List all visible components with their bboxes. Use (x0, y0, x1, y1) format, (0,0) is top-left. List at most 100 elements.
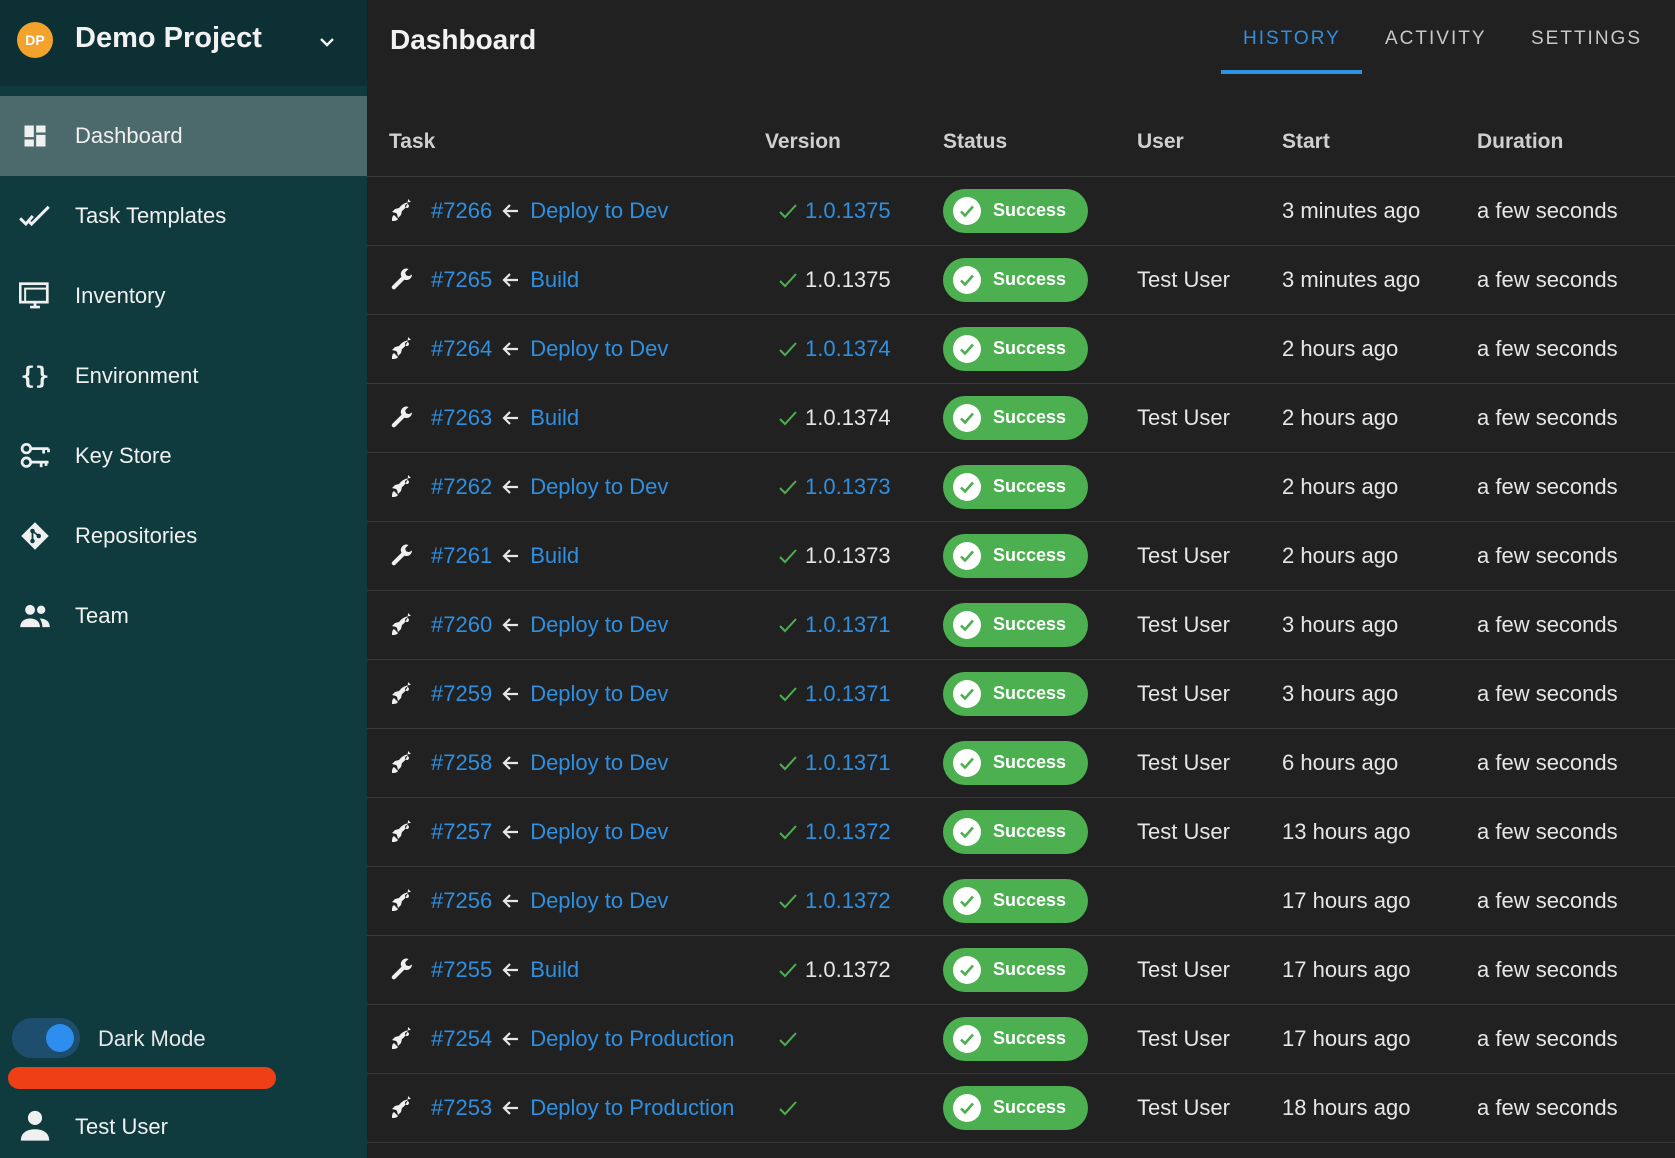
project-selector[interactable]: DP Demo Project (0, 0, 367, 86)
status-badge: Success (943, 188, 1088, 233)
start-cell: 13 hours ago (1282, 797, 1477, 867)
version-value[interactable]: 1.0.1373 (805, 474, 891, 500)
task-id-link[interactable]: #7265 (431, 267, 492, 293)
version-value[interactable]: 1.0.1375 (805, 198, 891, 224)
table-row[interactable]: #7254 Deploy to Production Success Test Use… (367, 1004, 1675, 1074)
history-table: Task Version Status User Start Duration … (367, 108, 1675, 1143)
template-link[interactable]: Deploy to Dev (530, 198, 668, 224)
version-value[interactable]: 1.0.1372 (805, 888, 891, 914)
table-row[interactable]: #7259 Deploy to Dev 1.0.1371 Success Test Us… (367, 659, 1675, 729)
status-label: Success (993, 1097, 1067, 1117)
wrench-icon (389, 543, 415, 569)
table-row[interactable]: #7261 Build 1.0.1373 Success Test User 2 hour… (367, 521, 1675, 591)
column-header-start[interactable]: Start (1282, 108, 1477, 177)
user-cell (1137, 866, 1282, 936)
sidebar-item-team[interactable]: Team (0, 576, 367, 656)
task-id-link[interactable]: #7260 (431, 612, 492, 638)
status-badge: Success (943, 740, 1088, 785)
task-id-link[interactable]: #7263 (431, 405, 492, 431)
version-value[interactable]: 1.0.1371 (805, 681, 891, 707)
rocket-icon (389, 198, 415, 224)
table-row[interactable]: #7256 Deploy to Dev 1.0.1372 Success 17 hour… (367, 866, 1675, 936)
arrow-left-icon (501, 1029, 521, 1049)
status-label: Success (993, 683, 1067, 703)
version-value[interactable]: 1.0.1372 (805, 819, 891, 845)
arrow-left-icon (501, 1098, 521, 1118)
column-header-user[interactable]: User (1137, 108, 1282, 177)
template-link[interactable]: Deploy to Dev (530, 336, 668, 362)
task-id-link[interactable]: #7258 (431, 750, 492, 776)
table-row[interactable]: #7262 Deploy to Dev 1.0.1373 Success 2 hours… (367, 452, 1675, 522)
status-cell: Success (943, 521, 1137, 591)
table-row[interactable]: #7253 Deploy to Production Success Test Use… (367, 1073, 1675, 1143)
table-row[interactable]: #7266 Deploy to Dev 1.0.1375 Success 3 minut… (367, 176, 1675, 246)
git-icon (18, 519, 52, 553)
sidebar-item-dashboard[interactable]: Dashboard (0, 96, 367, 176)
task-id-link[interactable]: #7255 (431, 957, 492, 983)
version-cell: 1.0.1375 (765, 245, 943, 315)
table-row[interactable]: #7258 Deploy to Dev 1.0.1371 Success Test Us… (367, 728, 1675, 798)
version-cell: 1.0.1374 (765, 314, 943, 384)
template-link[interactable]: Deploy to Production (530, 1095, 734, 1121)
sidebar-item-inventory[interactable]: Inventory (0, 256, 367, 336)
tab-activity[interactable]: ACTIVITY (1385, 28, 1487, 50)
column-header-duration[interactable]: Duration (1477, 108, 1675, 177)
table-row[interactable]: #7265 Build 1.0.1375 Success Test User 3 minu… (367, 245, 1675, 315)
task-id-link[interactable]: #7266 (431, 198, 492, 224)
task-cell: #7256 Deploy to Dev (367, 866, 765, 936)
task-id-link[interactable]: #7256 (431, 888, 492, 914)
table-row[interactable]: #7255 Build 1.0.1372 Success Test User 17 hou… (367, 935, 1675, 1005)
user-cell (1137, 176, 1282, 246)
task-id-link[interactable]: #7259 (431, 681, 492, 707)
version-value[interactable]: 1.0.1371 (805, 612, 891, 638)
template-link[interactable]: Build (530, 957, 579, 983)
user-cell: Test User (1137, 1073, 1282, 1143)
template-link[interactable]: Deploy to Dev (530, 888, 668, 914)
status-cell: Success (943, 728, 1137, 798)
tab-settings[interactable]: SETTINGS (1531, 28, 1642, 50)
sidebar-item-repositories[interactable]: Repositories (0, 496, 367, 576)
sidebar-item-task-templates[interactable]: Task Templates (0, 176, 367, 256)
check-circle-icon (953, 196, 981, 225)
task-id-link[interactable]: #7264 (431, 336, 492, 362)
template-link[interactable]: Build (530, 405, 579, 431)
task-id-link[interactable]: #7254 (431, 1026, 492, 1052)
template-link[interactable]: Deploy to Production (530, 1026, 734, 1052)
template-link[interactable]: Deploy to Dev (530, 819, 668, 845)
column-header-status[interactable]: Status (943, 108, 1137, 177)
template-link[interactable]: Build (530, 543, 579, 569)
sidebar-item-environment[interactable]: {} Environment (0, 336, 367, 416)
version-value[interactable]: 1.0.1374 (805, 336, 891, 362)
start-cell: 17 hours ago (1282, 866, 1477, 936)
task-id-link[interactable]: #7257 (431, 819, 492, 845)
column-header-version[interactable]: Version (765, 108, 943, 177)
tab-history[interactable]: HISTORY (1243, 28, 1341, 50)
column-header-task[interactable]: Task (367, 108, 765, 177)
version-value[interactable]: 1.0.1371 (805, 750, 891, 776)
template-link[interactable]: Deploy to Dev (530, 681, 668, 707)
chevron-down-icon[interactable] (315, 30, 339, 54)
task-id-link[interactable]: #7261 (431, 543, 492, 569)
template-link[interactable]: Deploy to Dev (530, 750, 668, 776)
dark-mode-toggle[interactable] (12, 1018, 80, 1058)
table-row[interactable]: #7257 Deploy to Dev 1.0.1372 Success Test Us… (367, 797, 1675, 867)
table-row[interactable]: #7260 Deploy to Dev 1.0.1371 Success Test Us… (367, 590, 1675, 660)
check-circle-icon (953, 265, 981, 294)
table-row[interactable]: #7263 Build 1.0.1374 Success Test User 2 hour… (367, 383, 1675, 453)
status-cell: Success (943, 176, 1137, 246)
check-icon (777, 545, 799, 567)
table-row[interactable]: #7264 Deploy to Dev 1.0.1374 Success 2 hours… (367, 314, 1675, 384)
status-badge: Success (943, 326, 1088, 371)
check-icon (777, 407, 799, 429)
template-link[interactable]: Deploy to Dev (530, 474, 668, 500)
sidebar-item-key-store[interactable]: Key Store (0, 416, 367, 496)
task-id-link[interactable]: #7262 (431, 474, 492, 500)
user-menu[interactable]: Test User (0, 1108, 367, 1148)
task-cell: #7265 Build (367, 245, 765, 315)
check-circle-icon (953, 472, 981, 501)
sidebar: DP Demo Project Dashboard Task Templates… (0, 0, 367, 1158)
template-link[interactable]: Deploy to Dev (530, 612, 668, 638)
task-id-link[interactable]: #7253 (431, 1095, 492, 1121)
team-icon (18, 599, 52, 633)
template-link[interactable]: Build (530, 267, 579, 293)
